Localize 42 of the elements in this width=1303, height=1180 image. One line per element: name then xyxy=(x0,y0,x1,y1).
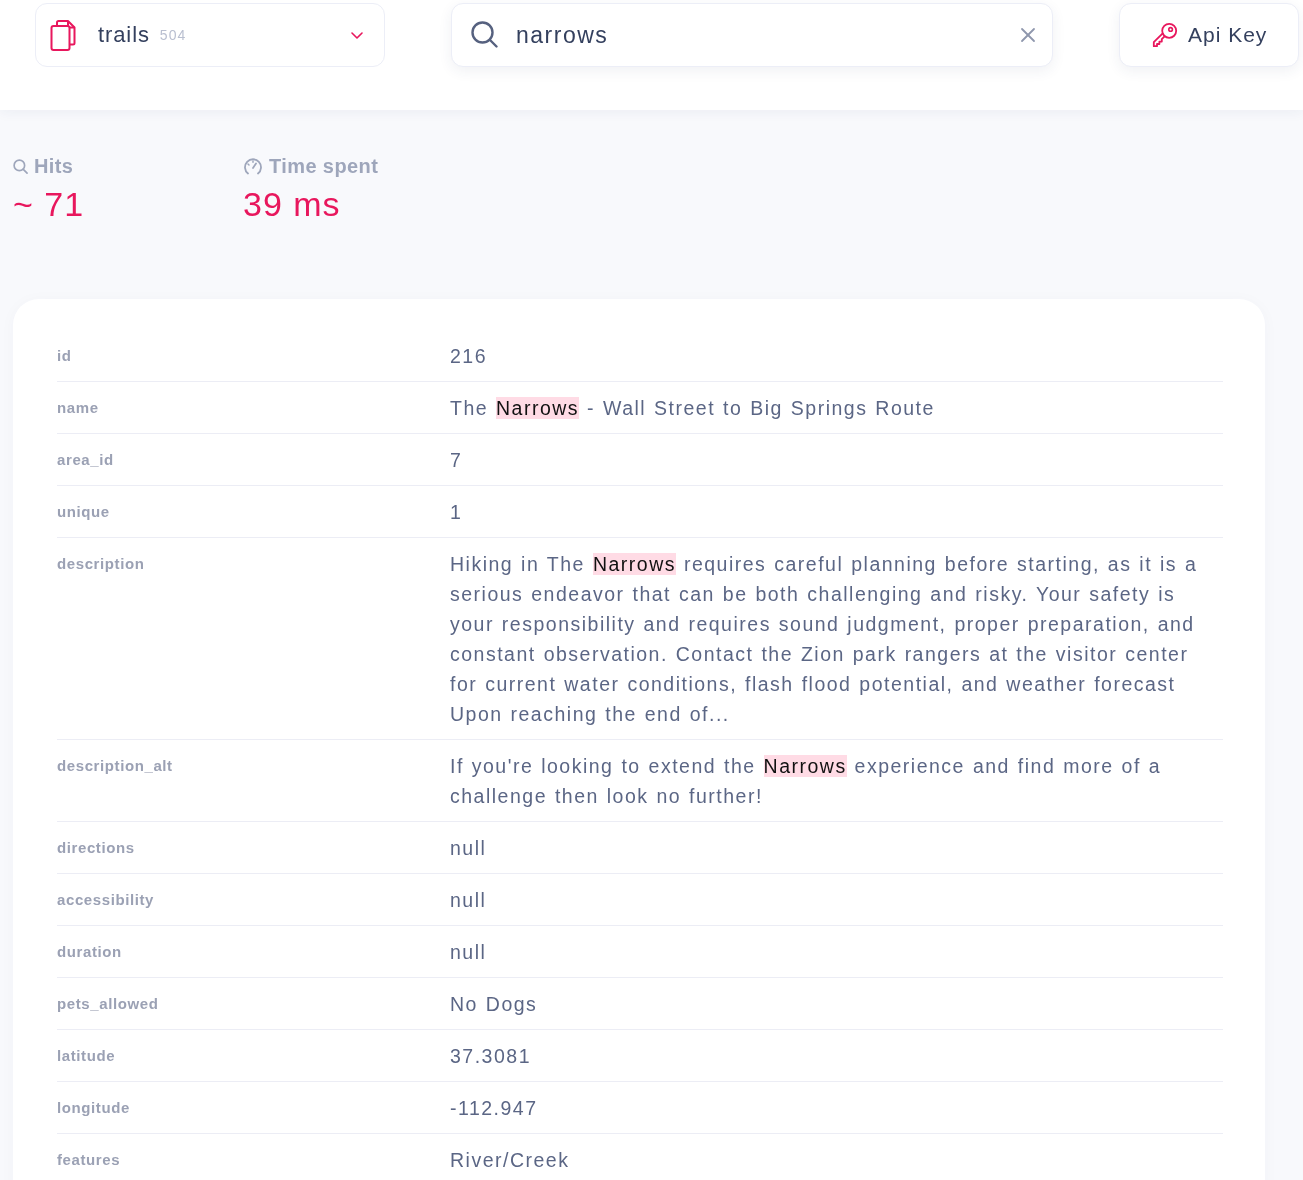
stat-label: Time spent xyxy=(269,155,379,178)
search-icon xyxy=(13,159,28,174)
gauge-icon xyxy=(243,156,263,177)
field-name: area_id xyxy=(57,450,115,470)
field-value: null xyxy=(450,888,488,913)
field-value: 1 xyxy=(450,500,464,525)
field-name: id xyxy=(57,346,73,366)
field-value: null xyxy=(450,940,488,965)
field-name: accessibility xyxy=(57,890,156,910)
field-value: 216 xyxy=(450,344,489,369)
clear-button[interactable] xyxy=(1020,27,1036,43)
field-value: If you're looking to extend the Narrows experience and find more of a challenge then look no further! xyxy=(450,754,1163,809)
field-name: name xyxy=(57,398,100,418)
api-key-button[interactable]: Api Key xyxy=(1119,3,1299,67)
field-name: pets_allowed xyxy=(57,994,160,1014)
field-name: longitude xyxy=(57,1098,131,1118)
stat-value: ~ 71 xyxy=(13,185,86,224)
close-icon xyxy=(1020,27,1036,43)
search-icon xyxy=(471,21,498,48)
chevron-down-icon xyxy=(351,31,363,39)
field-value: River/Creek xyxy=(450,1148,571,1173)
document-count: 504 xyxy=(159,27,187,43)
stat-value: 39 ms xyxy=(243,185,342,224)
stat-label: Hits xyxy=(34,155,74,178)
field-name: description_alt xyxy=(57,756,174,776)
field-value: The Narrows - Wall Street to Big Springs Route xyxy=(450,396,936,421)
field-value: 37.3081 xyxy=(450,1044,532,1069)
field-name: unique xyxy=(57,502,111,522)
field-value: Hiking in The Narrows requires careful planning before starting, as it is a serious endeavor that can be both challenging and risky. Your safety is your responsibility and requires sound judgment, proper preparation, and constant observation. Contact the Zion park rangers at the visitor center for current water conditions, flash flood potential, and weather forecast Upon reaching the end of... xyxy=(450,552,1199,727)
field-value: -112.947 xyxy=(450,1096,539,1121)
field-name: description xyxy=(57,554,146,574)
field-name: duration xyxy=(57,942,123,962)
documents-icon xyxy=(50,19,76,51)
search-field[interactable]: narrows xyxy=(451,3,1053,67)
field-value: 7 xyxy=(450,448,464,473)
key-icon xyxy=(1152,22,1178,48)
field-name: latitude xyxy=(57,1046,117,1066)
collection-dropdown[interactable]: trails 504 xyxy=(35,3,385,67)
field-value: No Dogs xyxy=(450,992,539,1017)
field-name: features xyxy=(57,1150,122,1170)
field-value: null xyxy=(450,836,488,861)
field-name: directions xyxy=(57,838,136,858)
